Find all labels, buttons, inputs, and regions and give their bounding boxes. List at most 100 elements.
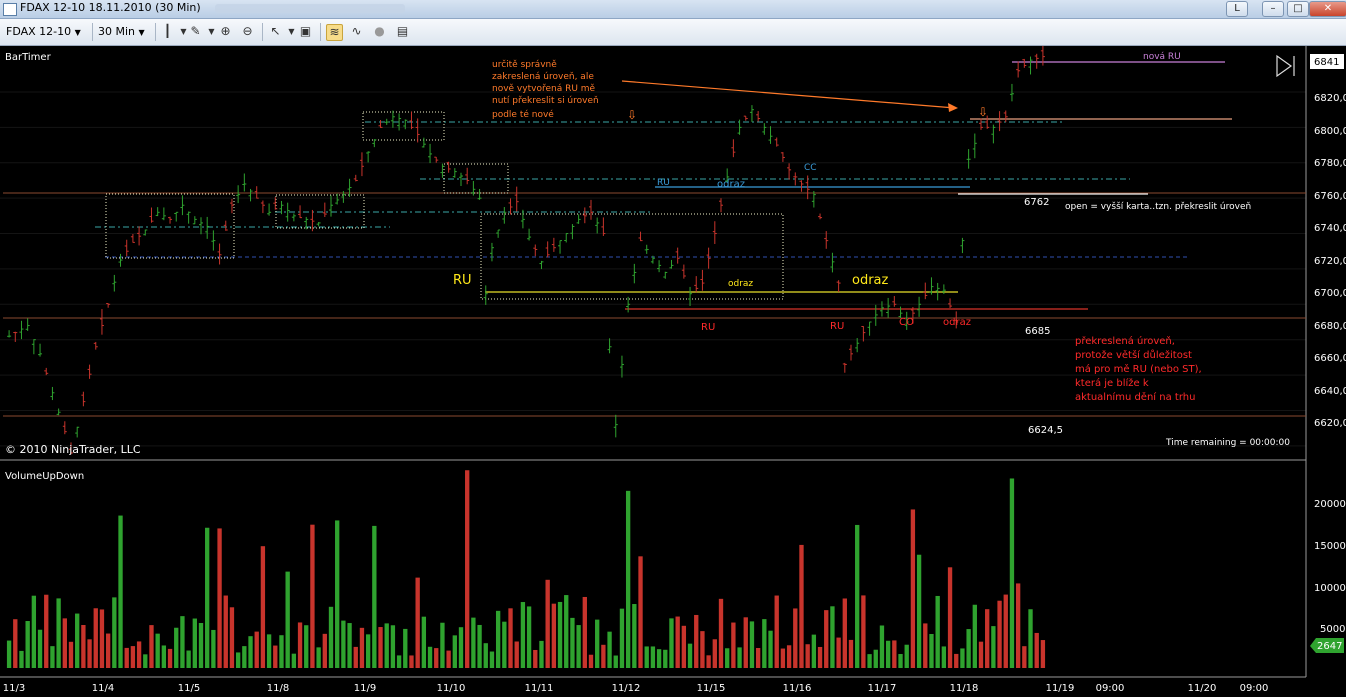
volume-bar <box>56 598 61 668</box>
volume-bar <box>755 647 761 668</box>
volume-bar <box>520 602 526 668</box>
note-line: nutí překreslit si úroveň <box>492 95 599 106</box>
volume-bar <box>304 625 309 668</box>
odraz-yellow-small-label: odraz <box>728 279 753 289</box>
volume-bar <box>186 650 191 668</box>
volume-bar <box>427 646 433 668</box>
volume-bar <box>985 609 990 668</box>
volume-bar <box>248 636 253 668</box>
volume-bar <box>978 641 984 668</box>
volume-bar <box>62 618 67 668</box>
volume-bar <box>892 640 897 668</box>
note-line: má pro mě RU (nebo ST), <box>1075 363 1202 375</box>
volume-bar <box>768 630 773 668</box>
bar-type-icon[interactable]: ┃ <box>160 24 175 39</box>
drawing-tool-icon[interactable]: ✎ <box>188 24 203 39</box>
window-title: FDAX 12-10 18.11.2010 (30 Min) <box>20 1 201 14</box>
volume-bar <box>712 639 717 668</box>
time-tick: 11/10 <box>437 683 466 694</box>
data-series-icon[interactable]: ≋ <box>326 24 343 41</box>
volume-bar <box>167 648 173 668</box>
arrow-line[interactable] <box>621 80 956 109</box>
co-red-label: CO <box>899 317 914 328</box>
ru-red-label: RU <box>830 321 844 332</box>
time-tick: 11/18 <box>950 683 979 694</box>
volume-bar <box>68 641 74 668</box>
volume-bar <box>545 579 550 668</box>
time-tick: 11/16 <box>783 683 812 694</box>
volume-bar <box>681 625 687 668</box>
volume-bar <box>6 640 12 668</box>
annotation-arrows: ⇩ ⇩ <box>621 54 1295 122</box>
volume-bar <box>564 595 569 668</box>
snapshot-icon[interactable]: ▣ <box>298 24 313 39</box>
volume-bar <box>50 646 55 668</box>
properties-icon[interactable]: ▤ <box>395 24 410 39</box>
strategies-icon[interactable]: ● <box>372 24 387 39</box>
price-tick: 6620,0 <box>1314 418 1346 429</box>
time-tick: 09:00 <box>1240 683 1269 694</box>
price-chart[interactable]: ⇩ ⇩ 6820,0 6800,0 6780,0 6760,0 6740,0 6… <box>0 46 1346 697</box>
zoom-in-icon[interactable]: ⊕ <box>218 24 233 39</box>
volume-bar <box>489 651 495 668</box>
window-maximize-button[interactable]: □ <box>1287 1 1309 17</box>
cursor-icon[interactable]: ↖ <box>268 24 283 39</box>
chevron-down-icon[interactable]: ▼ <box>284 24 299 39</box>
volume-bar <box>174 627 179 668</box>
time-tick: 11/9 <box>354 683 376 694</box>
volume-bar <box>991 626 996 668</box>
volume-bar <box>471 617 476 668</box>
time-tick: 11/17 <box>868 683 897 694</box>
price-tick: 6640,0 <box>1314 386 1346 397</box>
volume-bar <box>855 524 860 668</box>
interval-selector[interactable]: 30 Min ▼ <box>98 23 145 41</box>
volume-bar <box>916 554 922 668</box>
time-tick: 11/5 <box>178 683 200 694</box>
window-close-button[interactable]: ✕ <box>1309 1 1346 17</box>
volume-bar <box>663 649 668 668</box>
volume-bar <box>25 621 30 668</box>
volume-bar <box>725 648 730 668</box>
volume-bar <box>613 655 618 668</box>
zoom-out-icon[interactable]: ⊖ <box>240 24 255 39</box>
indicators-icon[interactable]: ∿ <box>349 24 364 39</box>
volume-bar <box>997 600 1002 668</box>
annotation-note-top: určitě správně zakreslená úroveň, ale no… <box>492 59 599 120</box>
volume-bar <box>198 623 204 668</box>
volume-bar <box>434 648 439 668</box>
time-axis-labels: 11/3 11/4 11/5 11/8 11/9 11/10 11/11 11/… <box>3 683 1269 694</box>
volume-bar <box>786 645 792 668</box>
play-icon[interactable] <box>1276 54 1293 78</box>
price-tick: 6780,0 <box>1314 158 1346 169</box>
odraz-blue-label: odraz <box>717 179 745 190</box>
chevron-down-icon[interactable]: ▼ <box>204 24 219 39</box>
volume-bar <box>322 633 327 668</box>
volume-bar <box>81 625 86 668</box>
volume-bar <box>335 520 340 668</box>
volume-bar <box>731 622 736 668</box>
volume-bar <box>372 525 377 668</box>
volume-bar <box>582 596 587 668</box>
volume-bar <box>378 627 383 668</box>
time-tick: 11/19 <box>1046 683 1075 694</box>
volume-bar <box>465 470 470 668</box>
volume-bar <box>780 648 786 668</box>
volume-bar <box>947 567 953 668</box>
time-tick: 09:00 <box>1096 683 1125 694</box>
window-help-button[interactable]: L <box>1226 1 1248 17</box>
volume-bar <box>737 647 742 668</box>
instrument-selector[interactable]: FDAX 12-10 ▼ <box>6 23 81 41</box>
volume-bar <box>718 598 724 668</box>
volume-bar <box>650 646 656 668</box>
volume-bar <box>44 594 49 668</box>
window-minimize-button[interactable]: – <box>1262 1 1284 17</box>
bar-timer-label: BarTimer <box>5 52 52 63</box>
volume-bar <box>365 634 371 668</box>
volume-bar <box>1009 478 1015 668</box>
time-tick: 11/3 <box>3 683 25 694</box>
zone-rect[interactable] <box>105 193 235 259</box>
volume-bar <box>260 546 266 668</box>
volume-bar <box>316 647 321 668</box>
volume-bar <box>384 623 389 668</box>
volume-bar <box>409 655 414 668</box>
